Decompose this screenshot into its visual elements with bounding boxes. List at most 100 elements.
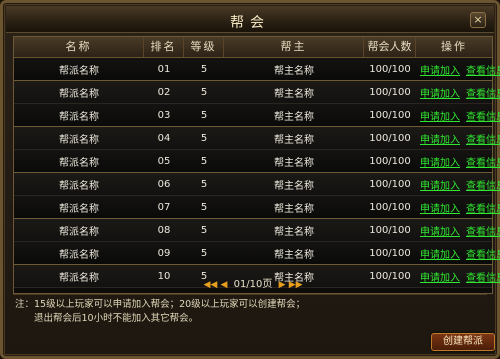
view-info-link[interactable]: 查看信息 — [466, 246, 500, 261]
guild-members: 100/100 — [369, 224, 411, 236]
title-bar[interactable]: 帮会 × — [6, 6, 494, 33]
guild-name: 帮派名称 — [59, 249, 99, 261]
view-info-link[interactable]: 查看信息 — [466, 223, 500, 238]
rules-note: 注：15级以上玩家可以申请加入帮会；20级以上玩家可以创建帮会； 退出帮会后10… — [15, 298, 395, 326]
guild-leader: 帮主名称 — [274, 180, 314, 192]
right-arrow-icon[interactable]: ▶ — [279, 280, 286, 290]
table-row: 帮派名称 02 5 帮主名称 100/100 申请加入 查看信息 — [14, 81, 500, 104]
view-info-link[interactable]: 查看信息 — [466, 85, 500, 100]
apply-join-link[interactable]: 申请加入 — [420, 200, 460, 215]
table-row: 帮派名称 05 5 帮主名称 100/100 申请加入 查看信息 — [14, 150, 500, 173]
note-line-2: 退出帮会后10小时不能加入其它帮会。 — [34, 313, 199, 324]
apply-join-link[interactable]: 申请加入 — [420, 246, 460, 261]
guild-name: 帮派名称 — [59, 65, 99, 77]
header-actions: 操作 — [441, 40, 467, 53]
guild-name: 帮派名称 — [59, 134, 99, 146]
table-header: 名称 排名 等级 帮主 帮会人数 操作 — [14, 37, 492, 58]
guild-rank: 09 — [157, 247, 171, 259]
view-info-link[interactable]: 查看信息 — [466, 131, 500, 146]
view-info-link[interactable]: 查看信息 — [466, 108, 500, 123]
pagination: ◀◀ ◀ 01/10页 ▶ ▶▶ — [3, 275, 500, 290]
guild-leader: 帮主名称 — [274, 111, 314, 123]
view-info-link[interactable]: 查看信息 — [466, 200, 500, 215]
header-level: 等级 — [184, 37, 224, 57]
guild-level: 5 — [200, 63, 208, 75]
guild-name: 帮派名称 — [59, 157, 99, 169]
guild-leader: 帮主名称 — [274, 226, 314, 238]
guild-leader: 帮主名称 — [274, 249, 314, 261]
guild-window: 帮会 × 名称 排名 等级 帮主 帮会人数 操作 帮派名称 01 5 帮主名称 … — [0, 0, 500, 359]
divider — [13, 294, 487, 295]
row-actions: 申请加入 查看信息 — [416, 200, 500, 215]
table-row: 帮派名称 06 5 帮主名称 100/100 申请加入 查看信息 — [14, 173, 500, 196]
close-icon: × — [473, 13, 483, 26]
row-actions: 申请加入 查看信息 — [416, 131, 500, 146]
apply-join-link[interactable]: 申请加入 — [420, 177, 460, 192]
guild-rank: 01 — [157, 63, 171, 75]
guild-leader: 帮主名称 — [274, 203, 314, 215]
guild-members: 100/100 — [369, 247, 411, 259]
table-row: 帮派名称 01 5 帮主名称 100/100 申请加入 查看信息 — [14, 58, 500, 81]
guild-rank: 02 — [157, 86, 171, 98]
note-line-1: 注：15级以上玩家可以申请加入帮会；20级以上玩家可以创建帮会； — [15, 299, 306, 310]
apply-join-link[interactable]: 申请加入 — [420, 108, 460, 123]
guild-rank: 05 — [157, 155, 171, 167]
row-actions: 申请加入 查看信息 — [416, 246, 500, 261]
guild-leader: 帮主名称 — [274, 88, 314, 100]
guild-members: 100/100 — [369, 109, 411, 121]
guild-name: 帮派名称 — [59, 111, 99, 123]
guild-level: 5 — [200, 155, 208, 167]
table-row: 帮派名称 07 5 帮主名称 100/100 申请加入 查看信息 — [14, 196, 500, 219]
view-info-link[interactable]: 查看信息 — [466, 154, 500, 169]
guild-rows: 帮派名称 01 5 帮主名称 100/100 申请加入 查看信息 帮派名称 02… — [14, 58, 500, 288]
guild-rank: 07 — [157, 201, 171, 213]
view-info-link[interactable]: 查看信息 — [466, 177, 500, 192]
guild-level: 5 — [200, 178, 208, 190]
guild-list-panel: 名称 排名 等级 帮主 帮会人数 操作 帮派名称 01 5 帮主名称 100/1… — [13, 36, 500, 294]
page-indicator: 01/10页 — [233, 279, 273, 290]
guild-name: 帮派名称 — [59, 203, 99, 215]
row-actions: 申请加入 查看信息 — [416, 177, 500, 192]
close-button[interactable]: × — [470, 12, 486, 28]
row-actions: 申请加入 查看信息 — [416, 62, 500, 77]
left-arrow-icon[interactable]: ◀ — [220, 280, 227, 290]
window-title: 帮会 — [230, 15, 270, 31]
guild-members: 100/100 — [369, 63, 411, 75]
table-row: 帮派名称 04 5 帮主名称 100/100 申请加入 查看信息 — [14, 127, 500, 150]
apply-join-link[interactable]: 申请加入 — [420, 131, 460, 146]
guild-level: 5 — [200, 86, 208, 98]
guild-name: 帮派名称 — [59, 88, 99, 100]
apply-join-link[interactable]: 申请加入 — [420, 154, 460, 169]
guild-level: 5 — [200, 109, 208, 121]
guild-level: 5 — [200, 132, 208, 144]
guild-name: 帮派名称 — [59, 226, 99, 238]
double-left-arrow-icon[interactable]: ◀◀ — [203, 280, 217, 290]
header-leader: 帮主 — [224, 37, 364, 57]
guild-members: 100/100 — [369, 201, 411, 213]
guild-members: 100/100 — [369, 178, 411, 190]
apply-join-link[interactable]: 申请加入 — [420, 62, 460, 77]
header-rank: 排名 — [144, 37, 184, 57]
table-row: 帮派名称 03 5 帮主名称 100/100 申请加入 查看信息 — [14, 104, 500, 127]
table-row: 帮派名称 08 5 帮主名称 100/100 申请加入 查看信息 — [14, 219, 500, 242]
guild-members: 100/100 — [369, 155, 411, 167]
guild-name: 帮派名称 — [59, 180, 99, 192]
guild-rank: 03 — [157, 109, 171, 121]
guild-level: 5 — [200, 201, 208, 213]
view-info-link[interactable]: 查看信息 — [466, 62, 500, 77]
guild-rank: 04 — [157, 132, 171, 144]
guild-members: 100/100 — [369, 132, 411, 144]
create-guild-button[interactable]: 创建帮派 — [431, 333, 495, 351]
double-right-arrow-icon[interactable]: ▶▶ — [289, 280, 303, 290]
row-actions: 申请加入 查看信息 — [416, 85, 500, 100]
guild-leader: 帮主名称 — [274, 157, 314, 169]
header-members: 帮会人数 — [364, 37, 416, 57]
apply-join-link[interactable]: 申请加入 — [420, 85, 460, 100]
guild-level: 5 — [200, 224, 208, 236]
guild-leader: 帮主名称 — [274, 65, 314, 77]
guild-leader: 帮主名称 — [274, 134, 314, 146]
apply-join-link[interactable]: 申请加入 — [420, 223, 460, 238]
guild-rank: 08 — [157, 224, 171, 236]
row-actions: 申请加入 查看信息 — [416, 154, 500, 169]
header-name: 名称 — [14, 37, 144, 57]
